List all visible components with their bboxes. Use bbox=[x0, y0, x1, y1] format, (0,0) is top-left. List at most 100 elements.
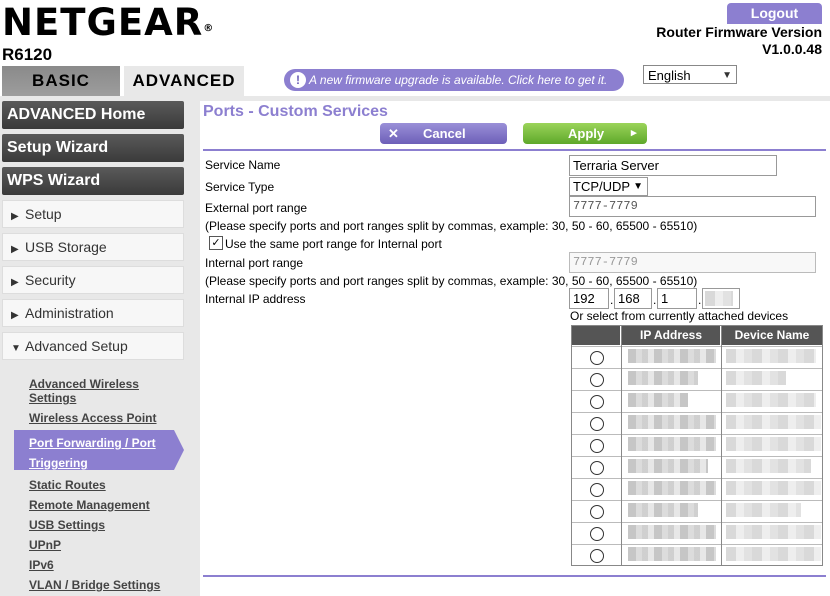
ip-octet-2[interactable]: 168 bbox=[614, 288, 652, 309]
sidebar-item-usb-storage[interactable]: ▶ USB Storage bbox=[2, 233, 184, 261]
sidebar-item-setup[interactable]: ▶ Setup bbox=[2, 200, 184, 228]
submenu-usb-settings[interactable]: USB Settings bbox=[29, 518, 105, 532]
internal-port-label: Internal port range bbox=[205, 256, 304, 270]
sidebar-advanced-home[interactable]: ADVANCED Home bbox=[2, 101, 184, 129]
device-radio[interactable] bbox=[590, 527, 604, 541]
device-radio[interactable] bbox=[590, 439, 604, 453]
redacted-device-cell bbox=[726, 459, 811, 473]
select-devices-label: Or select from currently attached device… bbox=[570, 309, 789, 323]
submenu-port-forwarding[interactable]: Port Forwarding / Port Triggering bbox=[29, 433, 156, 473]
sidebar-item-security[interactable]: ▶ Security bbox=[2, 266, 184, 294]
submenu-static-routes[interactable]: Static Routes bbox=[29, 478, 106, 492]
tab-basic[interactable]: BASIC bbox=[2, 66, 120, 96]
redacted-device-cell bbox=[726, 481, 821, 495]
ip-dot: . bbox=[698, 293, 702, 307]
table-header-device: Device Name bbox=[722, 326, 822, 345]
sidebar-setup-wizard[interactable]: Setup Wizard bbox=[2, 134, 184, 162]
ip-dot: . bbox=[653, 293, 657, 307]
language-value: English bbox=[648, 68, 691, 83]
service-name-label: Service Name bbox=[205, 158, 281, 172]
internal-port-hint: (Please specify ports and port ranges sp… bbox=[205, 274, 698, 288]
same-range-checkbox[interactable]: ✓ bbox=[209, 236, 223, 250]
registered-mark: ® bbox=[203, 23, 215, 34]
sidebar-item-administration[interactable]: ▶ Administration bbox=[2, 299, 184, 327]
sidebar-wps-wizard[interactable]: WPS Wizard bbox=[2, 167, 184, 195]
external-port-hint: (Please specify ports and port ranges sp… bbox=[205, 219, 698, 233]
device-radio[interactable] bbox=[590, 373, 604, 387]
model-name: R6120 bbox=[2, 45, 53, 64]
alert-icon: ! bbox=[290, 72, 306, 88]
chevron-right-icon: ▶ bbox=[11, 211, 19, 222]
same-range-label: Use the same port range for Internal por… bbox=[225, 237, 442, 251]
sidebar-item-label: USB Storage bbox=[25, 239, 107, 255]
device-radio[interactable] bbox=[590, 461, 604, 475]
chevron-right-icon: ▶ bbox=[11, 244, 19, 255]
apply-label: Apply bbox=[568, 126, 605, 141]
tab-advanced[interactable]: ADVANCED bbox=[124, 66, 244, 96]
firmware-info: Router Firmware Version V1.0.0.48 bbox=[600, 24, 822, 58]
service-name-input[interactable]: Terraria Server bbox=[569, 155, 777, 176]
device-radio[interactable] bbox=[590, 417, 604, 431]
redacted-device-cell bbox=[726, 415, 821, 429]
chevron-right-icon: ▶ bbox=[11, 277, 19, 288]
ip-dot: . bbox=[610, 293, 614, 307]
redacted-device-cell bbox=[726, 547, 821, 561]
redacted-device-cell bbox=[726, 503, 801, 517]
submenu-ipv6[interactable]: IPv6 bbox=[29, 558, 54, 572]
ip-octet-3[interactable]: 1 bbox=[657, 288, 697, 309]
submenu-advanced-wireless-settings[interactable]: Advanced Wireless Settings bbox=[29, 377, 139, 405]
redacted-ip-cell bbox=[628, 459, 708, 473]
submenu-label: Settings bbox=[29, 391, 77, 405]
chevron-down-icon: ▼ bbox=[633, 181, 643, 192]
redacted-ip-cell bbox=[628, 349, 716, 363]
logout-button[interactable]: Logout bbox=[727, 3, 822, 24]
device-radio[interactable] bbox=[590, 395, 604, 409]
chevron-right-icon: ▶ bbox=[11, 310, 19, 321]
redacted-ip-cell bbox=[628, 437, 716, 451]
sidebar-item-label: Advanced Setup bbox=[25, 338, 128, 354]
submenu-vlan-bridge-settings[interactable]: VLAN / Bridge Settings bbox=[29, 578, 160, 592]
redacted-device-cell bbox=[726, 349, 816, 363]
divider-bottom bbox=[203, 575, 826, 577]
language-select[interactable]: English ▼ bbox=[643, 65, 737, 84]
device-radio[interactable] bbox=[590, 351, 604, 365]
external-port-label: External port range bbox=[205, 201, 308, 215]
table-header-ip: IP Address bbox=[622, 326, 720, 345]
chevron-down-icon: ▼ bbox=[722, 70, 732, 81]
redacted-device-cell bbox=[726, 393, 816, 407]
device-radio[interactable] bbox=[590, 505, 604, 519]
external-port-input[interactable]: 7777-7779 bbox=[569, 196, 816, 217]
service-type-select[interactable]: TCP/UDP ▼ bbox=[569, 177, 648, 196]
sidebar-item-label: Administration bbox=[25, 305, 114, 321]
redacted-device-cell bbox=[726, 371, 786, 385]
service-type-label: Service Type bbox=[205, 180, 275, 194]
sidebar-item-advanced-setup[interactable]: ▼ Advanced Setup bbox=[2, 332, 184, 360]
submenu-label: Triggering bbox=[29, 456, 88, 470]
firmware-version: V1.0.0.48 bbox=[762, 41, 822, 57]
submenu-remote-management[interactable]: Remote Management bbox=[29, 498, 150, 512]
notice-text: A new firmware upgrade is available. Cli… bbox=[309, 73, 608, 87]
cancel-label: Cancel bbox=[423, 126, 466, 141]
service-type-value: TCP/UDP bbox=[573, 179, 631, 194]
ip-octet-1[interactable]: 192 bbox=[569, 288, 609, 309]
brand-name: NETGEAR bbox=[2, 1, 204, 44]
redacted-ip-cell bbox=[628, 547, 716, 561]
submenu-label: Advanced Wireless bbox=[29, 377, 139, 391]
cancel-button[interactable]: ✕ Cancel bbox=[380, 123, 507, 144]
divider-top bbox=[203, 149, 826, 151]
internal-port-input[interactable]: 7777-7779 bbox=[569, 252, 816, 273]
redacted-ip-cell bbox=[628, 503, 698, 517]
chevron-down-icon: ▼ bbox=[11, 343, 21, 354]
redacted-octet bbox=[705, 291, 733, 306]
sidebar-item-label: Security bbox=[25, 272, 76, 288]
firmware-upgrade-notice[interactable]: ! A new firmware upgrade is available. C… bbox=[284, 69, 624, 91]
firmware-label: Router Firmware Version bbox=[656, 24, 822, 40]
apply-button[interactable]: Apply ▸ bbox=[523, 123, 647, 144]
device-radio[interactable] bbox=[590, 483, 604, 497]
submenu-label: Port Forwarding / Port bbox=[29, 436, 156, 450]
netgear-logo: NETGEAR® bbox=[2, 2, 214, 44]
submenu-upnp[interactable]: UPnP bbox=[29, 538, 61, 552]
submenu-wireless-access-point[interactable]: Wireless Access Point bbox=[29, 411, 157, 425]
device-radio[interactable] bbox=[590, 549, 604, 563]
sidebar-item-label: Setup bbox=[25, 206, 62, 222]
